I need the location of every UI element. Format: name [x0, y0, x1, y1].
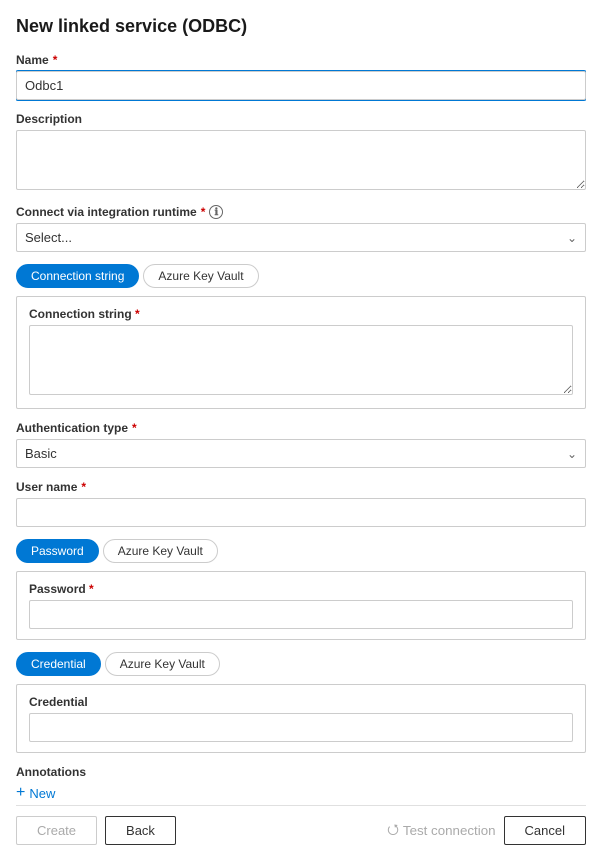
annotations-section: Annotations + New — [16, 765, 586, 803]
runtime-required-star: * — [201, 205, 206, 219]
azure-key-vault-credential-tab[interactable]: Azure Key Vault — [105, 652, 220, 676]
credential-label: Credential — [29, 695, 573, 709]
page-container: New linked service (ODBC) Name * Descrip… — [0, 0, 602, 855]
footer-bar: Create Back ⭯ Test connection Cancel — [16, 805, 586, 855]
new-annotation-button[interactable]: + New — [16, 783, 55, 803]
password-tab-group: Password Azure Key Vault — [16, 539, 586, 563]
auth-type-required: * — [132, 421, 137, 435]
connection-string-tab[interactable]: Connection string — [16, 264, 139, 288]
runtime-select-text: Select... — [25, 230, 72, 245]
name-required-star: * — [53, 53, 58, 67]
username-input[interactable] — [16, 498, 586, 527]
auth-type-field-group: Authentication type * Basic ⌄ — [16, 421, 586, 468]
description-label: Description — [16, 112, 586, 126]
username-field-group: User name * — [16, 480, 586, 527]
create-button[interactable]: Create — [16, 816, 97, 845]
connection-group: Connection string Azure Key Vault Connec… — [16, 264, 586, 409]
credential-group: Credential Azure Key Vault Credential — [16, 652, 586, 753]
password-required: * — [89, 582, 94, 596]
credential-tab-group: Credential Azure Key Vault — [16, 652, 586, 676]
new-annotation-label: New — [29, 786, 55, 801]
azure-key-vault-password-tab[interactable]: Azure Key Vault — [103, 539, 218, 563]
auth-type-label: Authentication type * — [16, 421, 586, 435]
test-connection-icon: ⭯ — [387, 819, 399, 843]
azure-key-vault-connection-tab[interactable]: Azure Key Vault — [143, 264, 258, 288]
test-connection-label: Test connection — [403, 823, 496, 838]
name-label: Name * — [16, 53, 586, 67]
username-label: User name * — [16, 480, 586, 494]
password-group: Password Azure Key Vault Password * — [16, 539, 586, 640]
form-section: Name * Description Connect via integrati… — [16, 53, 586, 805]
cancel-button[interactable]: Cancel — [504, 816, 586, 845]
runtime-select[interactable]: Select... ⌄ — [16, 223, 586, 252]
name-field-group: Name * — [16, 53, 586, 100]
runtime-field-group: Connect via integration runtime * ℹ Sele… — [16, 205, 586, 252]
auth-type-chevron-icon: ⌄ — [567, 447, 577, 461]
description-textarea[interactable] — [16, 130, 586, 190]
annotations-label: Annotations — [16, 765, 586, 779]
name-input[interactable] — [16, 71, 586, 100]
page-title: New linked service (ODBC) — [16, 16, 586, 37]
connection-tab-group: Connection string Azure Key Vault — [16, 264, 586, 288]
connection-string-textarea[interactable] — [29, 325, 573, 395]
runtime-label: Connect via integration runtime * ℹ — [16, 205, 586, 219]
password-input[interactable] — [29, 600, 573, 629]
credential-input[interactable] — [29, 713, 573, 742]
connection-string-required: * — [135, 307, 140, 321]
auth-type-value: Basic — [25, 446, 57, 461]
runtime-chevron-icon: ⌄ — [567, 231, 577, 245]
credential-box: Credential — [16, 684, 586, 753]
username-required: * — [81, 480, 86, 494]
password-tab[interactable]: Password — [16, 539, 99, 563]
connection-string-label: Connection string * — [29, 307, 573, 321]
password-box: Password * — [16, 571, 586, 640]
description-field-group: Description — [16, 112, 586, 193]
credential-tab[interactable]: Credential — [16, 652, 101, 676]
connection-string-box: Connection string * — [16, 296, 586, 409]
test-connection-button[interactable]: ⭯ Test connection — [387, 819, 495, 843]
runtime-info-icon[interactable]: ℹ — [209, 205, 223, 219]
plus-icon: + — [16, 785, 25, 801]
back-button[interactable]: Back — [105, 816, 176, 845]
auth-type-select[interactable]: Basic ⌄ — [16, 439, 586, 468]
password-label: Password * — [29, 582, 573, 596]
